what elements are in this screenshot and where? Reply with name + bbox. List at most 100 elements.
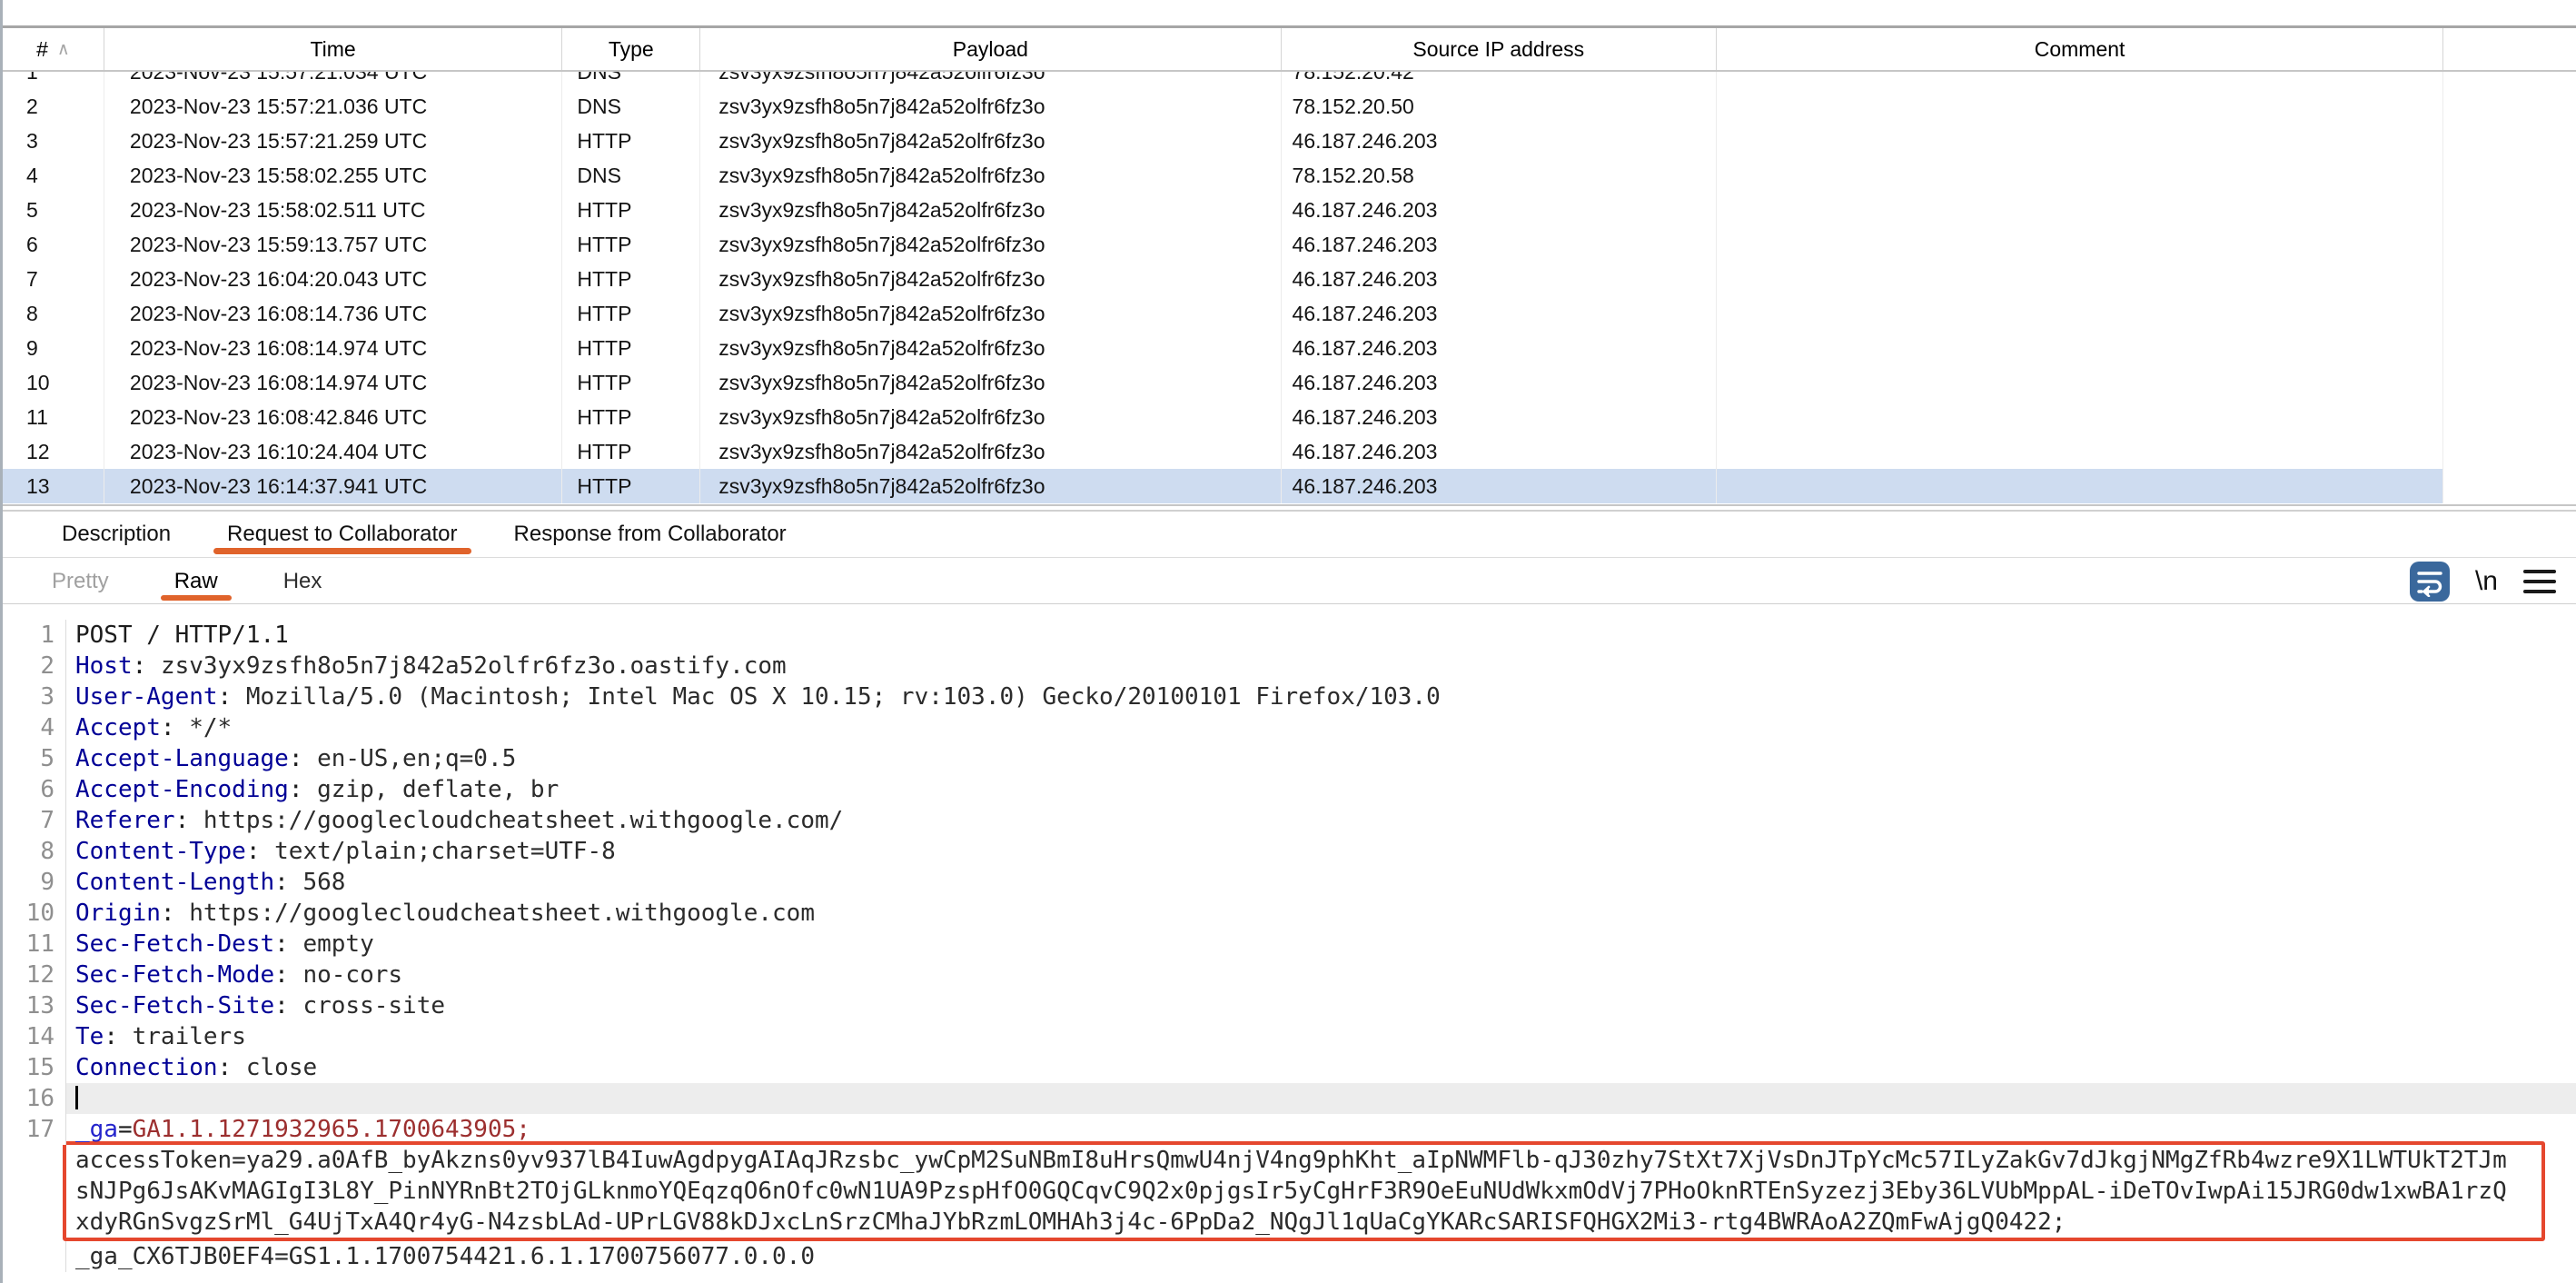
cell-type: HTTP bbox=[562, 331, 700, 365]
table-bottom-border bbox=[3, 504, 2576, 506]
access-token-annotation-box: accessToken=ya29.a0AfB_byAkzns0yv937lB4I… bbox=[63, 1141, 2545, 1241]
cell-type: HTTP bbox=[562, 296, 700, 331]
table-row[interactable]: 52023-Nov-23 15:58:02.511 UTCHTTPzsv3yx9… bbox=[3, 193, 2576, 227]
sort-asc-icon: ∧ bbox=[57, 41, 70, 58]
cell-ip: 78.152.20.42 bbox=[1282, 72, 1717, 89]
line-number: 12 bbox=[3, 960, 66, 990]
cell-type: HTTP bbox=[562, 262, 700, 296]
cell-num: 10 bbox=[3, 365, 104, 400]
cell-payload: zsv3yx9zsfh8o5n7j842a52olfr6fz3o bbox=[700, 193, 1281, 227]
access-token-line: xdyRGnSvgzSrMl_G4UjTxA4Qr4yG-N4zsbLAd-UP… bbox=[66, 1207, 2541, 1238]
column-header-source-ip[interactable]: Source IP address bbox=[1282, 28, 1718, 70]
table-row[interactable]: 112023-Nov-23 16:08:42.846 UTCHTTPzsv3yx… bbox=[3, 400, 2576, 434]
cell-ip: 78.152.20.50 bbox=[1282, 89, 1717, 124]
request-tail-line: _ga_CX6TJB0EF4=GS1.1.1700754421.6.1.1700… bbox=[3, 1241, 2576, 1272]
table-row[interactable]: 42023-Nov-23 15:58:02.255 UTCDNSzsv3yx9z… bbox=[3, 158, 2576, 193]
line-number: 11 bbox=[3, 929, 66, 960]
cell-ip: 46.187.246.203 bbox=[1282, 193, 1717, 227]
tab-pretty[interactable]: Pretty bbox=[38, 559, 123, 603]
access-token-line: sNJPg6JsAKvMAGIgI3L8Y_PinNYRnBt2TOjGLknm… bbox=[66, 1176, 2541, 1207]
scrollbar-track[interactable] bbox=[2443, 296, 2576, 331]
scrollbar-track[interactable] bbox=[2443, 124, 2576, 158]
active-tab-underline bbox=[213, 548, 471, 554]
scrollbar-track[interactable] bbox=[2443, 469, 2576, 503]
collaborator-screen: # ∧ Time Type Payload Source IP address … bbox=[0, 0, 2576, 1283]
table-row[interactable]: 92023-Nov-23 16:08:14.974 UTCHTTPzsv3yx9… bbox=[3, 331, 2576, 365]
table-row[interactable]: 72023-Nov-23 16:04:20.043 UTCHTTPzsv3yx9… bbox=[3, 262, 2576, 296]
scrollbar-track[interactable] bbox=[2443, 434, 2576, 469]
tab-hex[interactable]: Hex bbox=[270, 559, 336, 603]
request-line: 11Sec-Fetch-Dest: empty bbox=[3, 929, 2576, 960]
column-header-type[interactable]: Type bbox=[562, 28, 700, 70]
table-row[interactable]: 122023-Nov-23 16:10:24.404 UTCHTTPzsv3yx… bbox=[3, 434, 2576, 469]
cell-payload: zsv3yx9zsfh8o5n7j842a52olfr6fz3o bbox=[700, 124, 1281, 158]
cell-num: 4 bbox=[3, 158, 104, 193]
editor-toolbar: \n bbox=[2410, 559, 2556, 604]
column-header-number-label: # bbox=[36, 37, 48, 62]
line-number: 13 bbox=[3, 990, 66, 1021]
cell-time: 2023-Nov-23 16:14:37.941 UTC bbox=[104, 469, 562, 503]
cell-num: 5 bbox=[3, 193, 104, 227]
cell-payload: zsv3yx9zsfh8o5n7j842a52olfr6fz3o bbox=[700, 400, 1281, 434]
scrollbar-track[interactable] bbox=[2443, 262, 2576, 296]
request-line: 7Referer: https://googlecloudcheatsheet.… bbox=[3, 805, 2576, 836]
scrollbar-track[interactable] bbox=[2443, 331, 2576, 365]
cell-comment bbox=[1717, 158, 2443, 193]
cell-type: HTTP bbox=[562, 227, 700, 262]
cell-num: 11 bbox=[3, 400, 104, 434]
request-line: 1POST / HTTP/1.1 bbox=[3, 620, 2576, 651]
table-row[interactable]: 132023-Nov-23 16:14:37.941 UTCHTTPzsv3yx… bbox=[3, 469, 2576, 503]
cell-num: 3 bbox=[3, 124, 104, 158]
line-number: 5 bbox=[3, 743, 66, 774]
scrollbar-track[interactable] bbox=[2443, 227, 2576, 262]
cell-payload: zsv3yx9zsfh8o5n7j842a52olfr6fz3o bbox=[700, 89, 1281, 124]
cell-time: 2023-Nov-23 16:04:20.043 UTC bbox=[104, 262, 562, 296]
request-line: 8Content-Type: text/plain;charset=UTF-8 bbox=[3, 836, 2576, 867]
cell-time: 2023-Nov-23 16:08:14.974 UTC bbox=[104, 331, 562, 365]
scrollbar-track[interactable] bbox=[2443, 400, 2576, 434]
raw-request-editor[interactable]: 1POST / HTTP/1.12Host: zsv3yx9zsfh8o5n7j… bbox=[3, 605, 2576, 1283]
tab-response-from-collaborator[interactable]: Response from Collaborator bbox=[499, 512, 802, 557]
tab-request-to-collaborator[interactable]: Request to Collaborator bbox=[212, 512, 472, 557]
table-row[interactable]: 12023-Nov-23 15:57:21.034 UTCDNSzsv3yx9z… bbox=[3, 72, 2576, 89]
wrap-text-icon[interactable] bbox=[2410, 562, 2450, 602]
scrollbar-track[interactable] bbox=[2443, 158, 2576, 193]
scrollbar-track[interactable] bbox=[2443, 365, 2576, 400]
scrollbar-track[interactable] bbox=[2443, 89, 2576, 124]
editor-view-tabs: Pretty Raw Hex bbox=[3, 559, 2576, 604]
tab-raw[interactable]: Raw bbox=[161, 559, 232, 603]
line-number: 10 bbox=[3, 898, 66, 929]
table-row[interactable]: 22023-Nov-23 15:57:21.036 UTCDNSzsv3yx9z… bbox=[3, 89, 2576, 124]
request-line: 4Accept: */* bbox=[3, 712, 2576, 743]
cell-ip: 46.187.246.203 bbox=[1282, 469, 1717, 503]
request-line: 2Host: zsv3yx9zsfh8o5n7j842a52olfr6fz3o.… bbox=[3, 651, 2576, 681]
newline-toggle[interactable]: \n bbox=[2475, 566, 2498, 597]
line-number: 1 bbox=[3, 620, 66, 651]
tab-description[interactable]: Description bbox=[46, 512, 186, 557]
request-line: 13Sec-Fetch-Site: cross-site bbox=[3, 990, 2576, 1021]
request-line: 15Connection: close bbox=[3, 1052, 2576, 1083]
table-row[interactable]: 82023-Nov-23 16:08:14.736 UTCHTTPzsv3yx9… bbox=[3, 296, 2576, 331]
cell-payload: zsv3yx9zsfh8o5n7j842a52olfr6fz3o bbox=[700, 434, 1281, 469]
cell-time: 2023-Nov-23 15:57:21.259 UTC bbox=[104, 124, 562, 158]
column-header-payload[interactable]: Payload bbox=[700, 28, 1281, 70]
cell-time: 2023-Nov-23 15:57:21.036 UTC bbox=[104, 89, 562, 124]
column-header-number[interactable]: # ∧ bbox=[3, 28, 104, 70]
cell-type: DNS bbox=[562, 89, 700, 124]
table-row[interactable]: 102023-Nov-23 16:08:14.974 UTCHTTPzsv3yx… bbox=[3, 365, 2576, 400]
cell-payload: zsv3yx9zsfh8o5n7j842a52olfr6fz3o bbox=[700, 469, 1281, 503]
request-line: 3User-Agent: Mozilla/5.0 (Macintosh; Int… bbox=[3, 681, 2576, 712]
line-number: 16 bbox=[3, 1083, 66, 1114]
text-caret bbox=[75, 1086, 78, 1109]
table-row[interactable]: 62023-Nov-23 15:59:13.757 UTCHTTPzsv3yx9… bbox=[3, 227, 2576, 262]
table-row[interactable]: 32023-Nov-23 15:57:21.259 UTCHTTPzsv3yx9… bbox=[3, 124, 2576, 158]
header-scrollbar-gutter bbox=[2443, 28, 2576, 70]
scrollbar-track[interactable] bbox=[2443, 72, 2576, 89]
column-header-comment[interactable]: Comment bbox=[1717, 28, 2443, 70]
scrollbar-track[interactable] bbox=[2443, 193, 2576, 227]
hamburger-menu-icon[interactable] bbox=[2523, 570, 2556, 593]
cell-time: 2023-Nov-23 15:58:02.511 UTC bbox=[104, 193, 562, 227]
cell-num: 8 bbox=[3, 296, 104, 331]
column-header-time[interactable]: Time bbox=[104, 28, 562, 70]
cell-time: 2023-Nov-23 16:08:14.736 UTC bbox=[104, 296, 562, 331]
